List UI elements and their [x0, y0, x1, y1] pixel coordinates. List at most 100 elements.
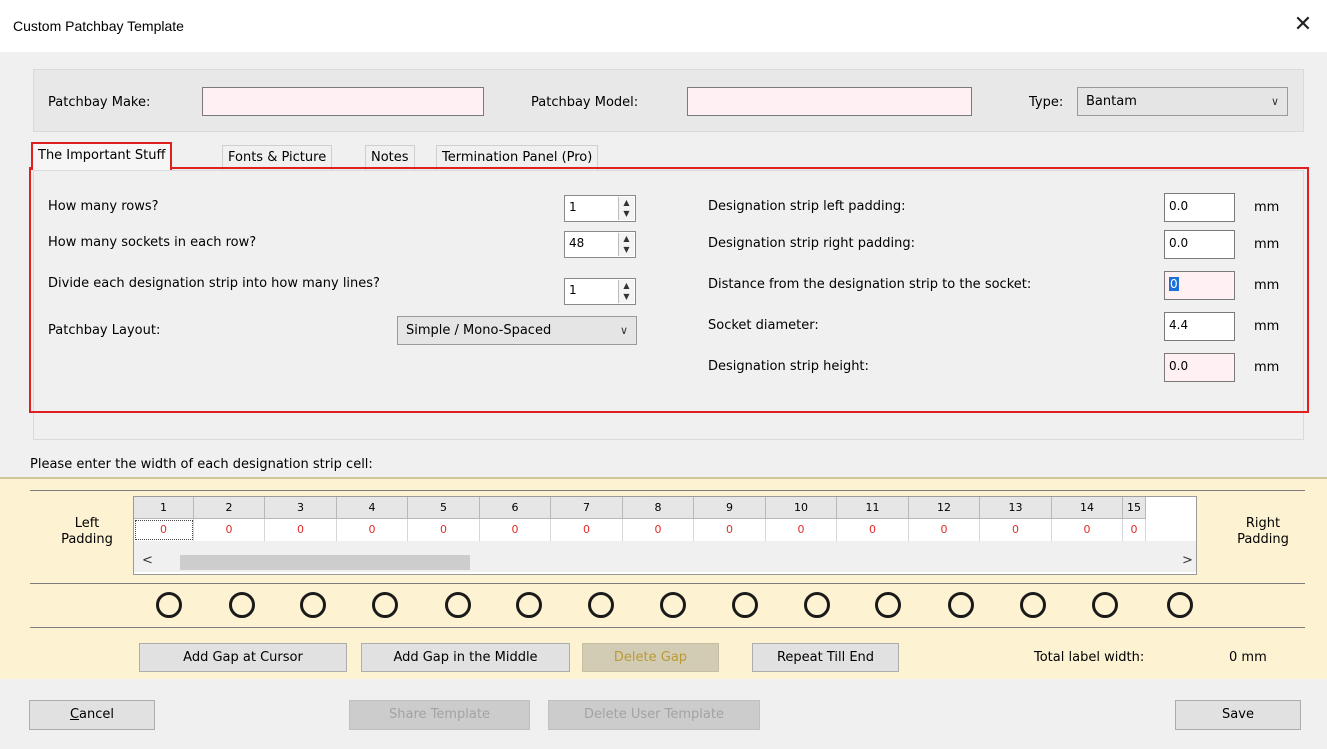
column-header: 12	[909, 497, 980, 519]
column-header: 8	[623, 497, 694, 519]
socket-icon	[660, 592, 686, 618]
model-label: Patchbay Model:	[531, 95, 639, 110]
strip-cell-value[interactable]: 0	[134, 519, 194, 541]
socket-icon	[875, 592, 901, 618]
chevron-down-icon: ∨	[619, 324, 628, 337]
strip-cell-value[interactable]: 0	[766, 519, 837, 541]
strip-cell-value[interactable]: 0	[265, 519, 337, 541]
cancel-label-underline: C	[69, 707, 80, 722]
column-header: 4	[337, 497, 408, 519]
strip-cell-value[interactable]: 0	[909, 519, 980, 541]
socket-icon	[1167, 592, 1193, 618]
socket-icon	[588, 592, 614, 618]
rows-stepper[interactable]: 1 ▲ ▼	[564, 195, 636, 222]
divider	[30, 490, 1305, 491]
distance-value: 0	[1169, 277, 1179, 291]
column-header: 15	[1123, 497, 1146, 519]
socket-icon	[156, 592, 182, 618]
sockets-stepper[interactable]: 48 ▲ ▼	[564, 231, 636, 258]
unit-label: mm	[1254, 200, 1280, 215]
make-label: Patchbay Make:	[48, 95, 151, 110]
strip-cell-value[interactable]: 0	[337, 519, 408, 541]
left-padding-cell-label: Left Padding	[61, 516, 113, 547]
rows-label: How many rows?	[48, 199, 159, 214]
scroll-left-icon[interactable]: <	[142, 553, 153, 568]
repeat-till-end-button[interactable]: Repeat Till End	[752, 643, 899, 672]
strip-cell-value[interactable]: 0	[1052, 519, 1123, 541]
column-header: 7	[551, 497, 623, 519]
tab-important-stuff[interactable]: The Important Stuff	[31, 142, 173, 170]
share-template-button[interactable]: Share Template	[349, 700, 530, 730]
scroll-right-icon[interactable]: >	[1182, 553, 1193, 568]
left-padding-input[interactable]: 0.0	[1164, 193, 1235, 222]
type-select-value: Bantam	[1086, 94, 1137, 109]
right-padding-cell-label: Right Padding	[1237, 516, 1289, 547]
strip-cell-value[interactable]: 0	[551, 519, 623, 541]
close-icon[interactable]: ✕	[1290, 12, 1316, 38]
column-header: 2	[194, 497, 265, 519]
socket-icon	[445, 592, 471, 618]
scrollbar-thumb[interactable]	[180, 555, 470, 570]
strip-cell-grid[interactable]: 1 0 2 0 3 0 4 0 5 0 6 0 7 0 8 0 9 0 10 0 11 0 12 0 13 0 14 0 15 0 < >	[133, 496, 1197, 575]
distance-input[interactable]: 0	[1164, 271, 1235, 300]
horizontal-scrollbar[interactable]: < >	[134, 541, 1196, 572]
strip-cell-value[interactable]: 0	[623, 519, 694, 541]
tab-fonts-picture[interactable]: Fonts & Picture	[222, 145, 333, 170]
unit-label: mm	[1254, 319, 1280, 334]
strip-cell-value[interactable]: 0	[194, 519, 265, 541]
save-button[interactable]: Save	[1175, 700, 1301, 730]
tab-panel	[33, 170, 1304, 440]
layout-select-value: Simple / Mono-Spaced	[406, 323, 552, 338]
socket-icon	[516, 592, 542, 618]
socket-icon	[948, 592, 974, 618]
add-gap-middle-button[interactable]: Add Gap in the Middle	[361, 643, 570, 672]
left-padding-label: Designation strip left padding:	[708, 199, 906, 214]
tab-notes[interactable]: Notes	[365, 145, 415, 170]
unit-label: mm	[1254, 360, 1280, 375]
strip-cell-value[interactable]: 0	[980, 519, 1052, 541]
lines-stepper[interactable]: 1 ▲ ▼	[564, 278, 636, 305]
make-input[interactable]	[202, 87, 484, 116]
strip-cell-value[interactable]: 0	[694, 519, 766, 541]
column-header: 14	[1052, 497, 1123, 519]
distance-label: Distance from the designation strip to t…	[708, 277, 1032, 292]
add-gap-cursor-button[interactable]: Add Gap at Cursor	[139, 643, 347, 672]
column-header: 9	[694, 497, 766, 519]
strip-cell-value[interactable]: 0	[408, 519, 480, 541]
diameter-input[interactable]: 4.4	[1164, 312, 1235, 341]
strip-height-label: Designation strip height:	[708, 359, 869, 374]
title-bar	[0, 0, 1327, 52]
strip-height-input[interactable]: 0.0	[1164, 353, 1235, 382]
socket-icon	[372, 592, 398, 618]
divider	[30, 627, 1305, 628]
cancel-button[interactable]: Cancel	[29, 700, 155, 730]
delete-user-template-button[interactable]: Delete User Template	[548, 700, 760, 730]
socket-icon	[1020, 592, 1046, 618]
sockets-value: 48	[569, 236, 585, 250]
socket-icon	[1092, 592, 1118, 618]
column-header: 6	[480, 497, 551, 519]
sockets-label: How many sockets in each row?	[48, 235, 257, 250]
strip-cell-value[interactable]: 0	[1123, 519, 1146, 541]
strip-instruction: Please enter the width of each designati…	[30, 457, 373, 472]
window-title: Custom Patchbay Template	[13, 18, 184, 34]
stepper-arrows-icon[interactable]: ▲ ▼	[618, 197, 634, 220]
rows-value: 1	[569, 200, 577, 214]
delete-gap-button[interactable]: Delete Gap	[582, 643, 719, 672]
column-header: 10	[766, 497, 837, 519]
lines-value: 1	[569, 283, 577, 297]
column-header: 11	[837, 497, 909, 519]
tab-termination-panel[interactable]: Termination Panel (Pro)	[436, 145, 599, 170]
stepper-arrows-icon[interactable]: ▲ ▼	[618, 280, 634, 303]
strip-cell-value[interactable]: 0	[837, 519, 909, 541]
type-select[interactable]: Bantam ∨	[1077, 87, 1288, 116]
total-width-value: 0 mm	[1229, 650, 1267, 665]
right-padding-label: Designation strip right padding:	[708, 236, 915, 251]
model-input[interactable]	[687, 87, 972, 116]
right-padding-input[interactable]: 0.0	[1164, 230, 1235, 259]
layout-select[interactable]: Simple / Mono-Spaced ∨	[397, 316, 637, 345]
stepper-arrows-icon[interactable]: ▲ ▼	[618, 233, 634, 256]
total-width-label: Total label width:	[1034, 650, 1145, 665]
strip-cell-value[interactable]: 0	[480, 519, 551, 541]
socket-icon	[229, 592, 255, 618]
